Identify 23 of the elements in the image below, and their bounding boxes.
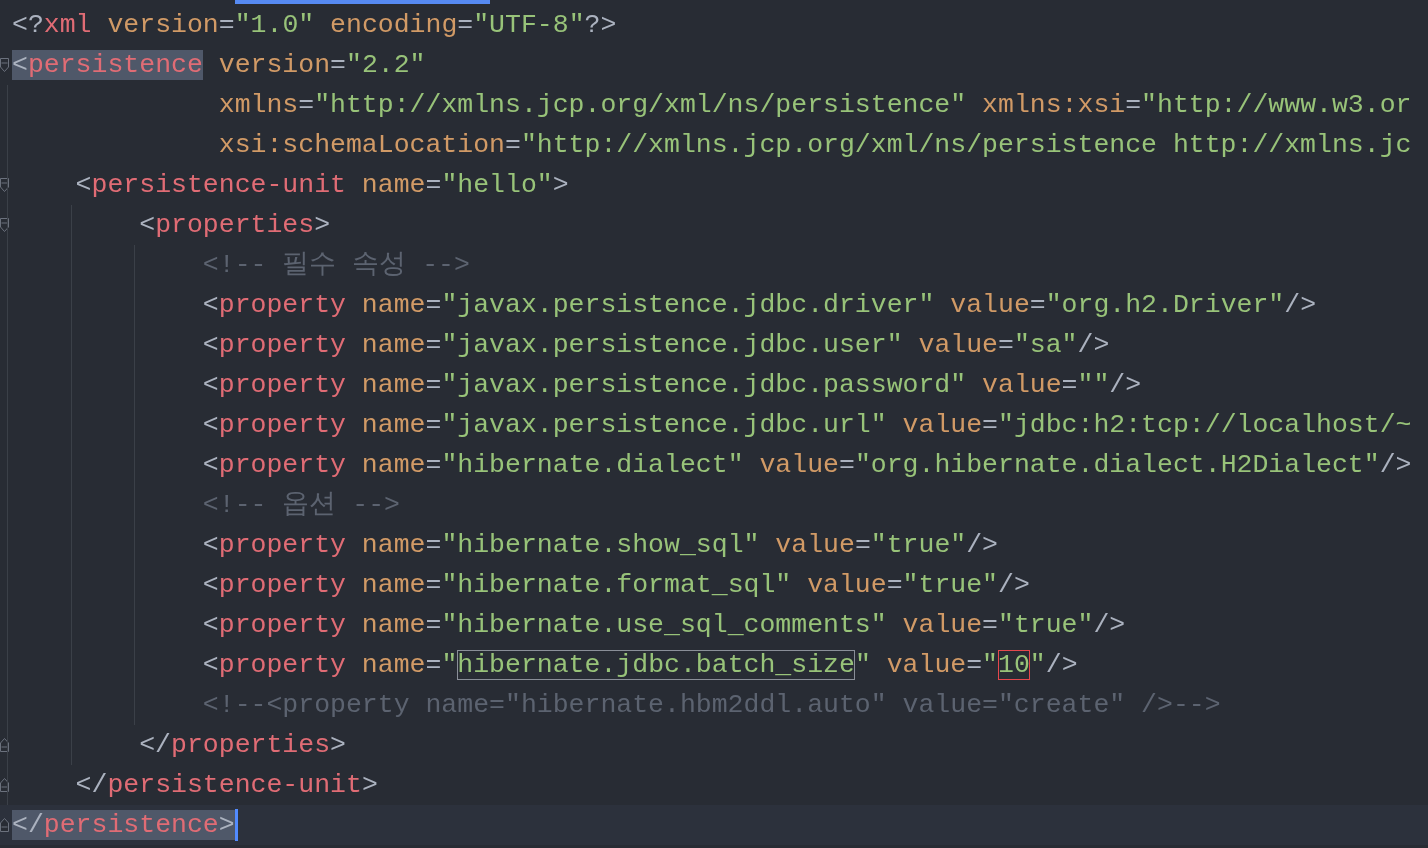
- code-line: <persistence version="2.2": [12, 49, 426, 82]
- code-line: <properties>: [138, 209, 331, 242]
- code-line: <property name="javax.persistence.jdbc.driver" value="org.h2.Driver"/>: [201, 289, 1317, 322]
- code-line: <property name="javax.persistence.jdbc.user" value="sa"/>: [201, 329, 1110, 362]
- code-line: <property name="hibernate.jdbc.batch_size" value="10"/>: [201, 649, 1078, 682]
- fold-icon[interactable]: [0, 58, 9, 72]
- code-line: <property name="hibernate.show_sql" value="true"/>: [201, 529, 998, 562]
- code-line: <property name="javax.persistence.jdbc.url" value="jdbc:h2:tcp://localhost/~: [201, 409, 1412, 442]
- code-line: <?xml version="1.0" encoding="UTF-8"?>: [12, 9, 617, 42]
- code-line: <property name="hibernate.use_sql_comments" value="true"/>: [201, 609, 1126, 642]
- code-line: <persistence-unit name="hello">: [74, 169, 569, 202]
- code-line: <!-- 필수 속성 -->: [201, 249, 470, 282]
- code-line: <property name="javax.persistence.jdbc.password" value=""/>: [201, 369, 1142, 402]
- code-line: <property name="hibernate.dialect" value="org.hibernate.dialect.H2Dialect"/>: [201, 449, 1412, 482]
- code-line: <!-- 옵션 -->: [201, 489, 400, 522]
- code-line: </properties>: [138, 729, 346, 762]
- code-line: </persistence-unit>: [74, 769, 378, 802]
- code-line: <!--<property name="hibernate.hbm2ddl.auto" value="create" />-->: [201, 689, 1221, 722]
- code-line: xsi:schemaLocation="http://xmlns.jcp.org/xml/ns/persistence http://xmlns.jc: [217, 129, 1412, 162]
- code-line: xmlns="http://xmlns.jcp.org/xml/ns/persistence" xmlns:xsi="http://www.w3.or: [217, 89, 1412, 122]
- code-line: <property name="hibernate.format_sql" value="true"/>: [201, 569, 1030, 602]
- code-line: </persistence>: [12, 809, 235, 842]
- unfold-icon[interactable]: [0, 818, 9, 832]
